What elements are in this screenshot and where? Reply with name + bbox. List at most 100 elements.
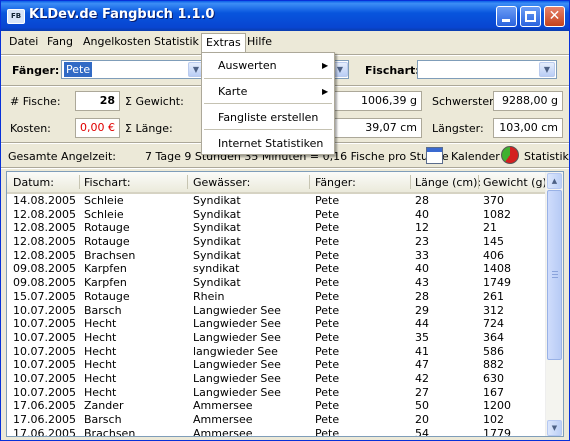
table-row[interactable]: 10.07.2005 Hecht Langwieder See Pete 42 630 [7,372,547,386]
close-button[interactable]: ✕ [544,6,565,27]
fische-count: 28 [75,91,120,111]
app-window: FB KLDev.de Fangbuch 1.1.0 ✕ Datei Fang … [0,0,570,441]
table-cell: 41 [415,344,429,358]
fischart-select[interactable]: ▼ [417,60,557,79]
table-cell: Ammersee [193,413,253,426]
menu-extras[interactable]: Extras [201,33,246,52]
column-divider[interactable] [309,175,310,189]
submenu-arrow-icon: ▶ [322,61,329,70]
minimize-button[interactable] [496,6,517,27]
close-icon: ✕ [548,8,561,24]
title-bar[interactable]: FB KLDev.de Fangbuch 1.1.0 ✕ [1,1,569,31]
column-header-datum[interactable]: Datum: [13,176,54,189]
catch-table[interactable]: Datum: Fischart: Gewässer: Fänger: Länge… [6,171,564,437]
scroll-thumb[interactable] [547,190,562,360]
menu-item-auswerten[interactable]: Auswerten [218,59,277,72]
table-cell: Brachsen [84,426,136,437]
table-cell: Langwieder See [193,330,281,344]
table-cell: 145 [483,235,504,249]
table-cell: Syndikat [193,235,241,249]
grip-line [552,277,558,278]
column-divider[interactable] [410,175,411,189]
menu-item-fangliste[interactable]: Fangliste erstellen [218,111,318,124]
table-row[interactable]: 17.06.2005 Brachsen Ammersee Pete 54 1779 [7,426,547,437]
table-cell: Hecht [84,371,117,385]
table-cell: 1749 [483,276,511,290]
table-cell: 50 [415,399,429,413]
table-row[interactable]: 12.08.2005 Rotauge Syndikat Pete 23 145 [7,235,547,249]
scroll-up-button[interactable]: ▲ [547,173,562,189]
column-divider[interactable] [187,175,188,189]
table-cell: 10.07.2005 [13,330,76,344]
table-cell: Langwieder See [193,371,281,385]
menu-datei[interactable]: Datei [9,35,38,48]
table-cell: 14.08.2005 [13,194,76,207]
table-row[interactable]: 09.08.2005 Karpfen Syndikat Pete 43 1749 [7,276,547,290]
table-row[interactable]: 12.08.2005 Rotauge Syndikat Pete 12 21 [7,221,547,235]
table-cell: Karpfen [84,262,127,276]
table-row[interactable]: 10.07.2005 Barsch Langwieder See Pete 29 312 [7,304,547,318]
laenge-label: Σ Länge: [125,122,173,135]
table-cell: Hecht [84,385,117,399]
vertical-scrollbar[interactable]: ▲ ▼ [545,172,563,436]
avg-gewicht-value: 1006,39 g [334,91,422,111]
table-row[interactable]: 17.06.2005 Barsch Ammersee Pete 20 102 [7,413,547,427]
chevron-down-icon[interactable]: ▼ [539,62,555,77]
pie-chart-icon[interactable] [501,146,519,164]
table-cell: Syndikat [193,207,241,221]
scroll-down-button[interactable]: ▼ [547,420,562,436]
statistik-button[interactable]: Statistik [524,150,569,163]
grip-line [552,271,558,272]
table-row[interactable]: 10.07.2005 Hecht Langwieder See Pete 47 882 [7,358,547,372]
table-cell: Brachsen [84,248,136,262]
table-row[interactable]: 10.07.2005 Hecht Langwieder See Pete 27 167 [7,386,547,400]
table-cell: 1082 [483,207,511,221]
menu-hilfe[interactable]: Hilfe [247,35,272,48]
table-row[interactable]: 10.07.2005 Hecht Langwieder See Pete 44 724 [7,317,547,331]
table-cell: 102 [483,413,504,426]
table-row[interactable]: 12.08.2005 Brachsen Syndikat Pete 33 406 [7,249,547,263]
table-cell: 1408 [483,262,511,276]
table-cell: Pete [315,303,340,317]
menu-statistik[interactable]: Statistik [154,35,199,48]
menu-item-internet-statistiken[interactable]: Internet Statistiken [218,137,323,150]
table-cell: Schleie [84,194,124,207]
table-row[interactable]: 10.07.2005 Hecht langwieder See Pete 41 586 [7,345,547,359]
column-header-laenge[interactable]: Länge (cm): [415,176,481,189]
column-header-gewaesser[interactable]: Gewässer: [193,176,250,189]
table-cell: Pete [315,413,340,426]
calendar-icon[interactable] [426,147,443,164]
menu-angelkosten[interactable]: Angelkosten [83,35,151,48]
table-cell: 09.08.2005 [13,276,76,290]
maximize-button[interactable] [520,6,541,27]
table-cell: Langwieder See [193,317,281,331]
table-cell: 28 [415,194,429,207]
column-header-faenger[interactable]: Fänger: [315,176,356,189]
gewicht-label: Σ Gewicht: [125,95,184,108]
extras-dropdown-menu: Auswerten ▶ Karte ▶ Fangliste erstellen … [201,52,335,155]
table-cell: Zander [84,399,124,413]
column-divider[interactable] [79,175,80,189]
table-cell: 17.06.2005 [13,399,76,413]
column-header-gewicht[interactable]: Gewicht (g): [483,176,550,189]
table-row[interactable]: 14.08.2005 Schleie Syndikat Pete 28 370 [7,194,547,208]
kalender-button[interactable]: Kalender [451,150,500,163]
table-row[interactable]: 17.06.2005 Zander Ammersee Pete 50 1200 [7,399,547,413]
table-cell: Syndikat [193,194,241,207]
menu-item-karte[interactable]: Karte [218,85,247,98]
menu-fang[interactable]: Fang [47,35,73,48]
kosten-label: Kosten: [10,122,51,135]
column-divider[interactable] [478,175,479,189]
column-header-fischart[interactable]: Fischart: [84,176,131,189]
menu-separator [204,78,332,79]
table-row[interactable]: 12.08.2005 Schleie Syndikat Pete 40 1082 [7,208,547,222]
table-cell: Langwieder See [193,358,281,372]
table-cell: Barsch [84,303,122,317]
table-row[interactable]: 15.07.2005 Rotauge Rhein Pete 28 261 [7,290,547,304]
table-row[interactable]: 10.07.2005 Hecht Langwieder See Pete 35 364 [7,331,547,345]
table-cell: Hecht [84,344,117,358]
table-cell: 10.07.2005 [13,358,76,372]
faenger-select[interactable]: Pete ▼ [61,60,206,79]
table-cell: Pete [315,194,340,207]
table-row[interactable]: 09.08.2005 Karpfen syndikat Pete 40 1408 [7,262,547,276]
